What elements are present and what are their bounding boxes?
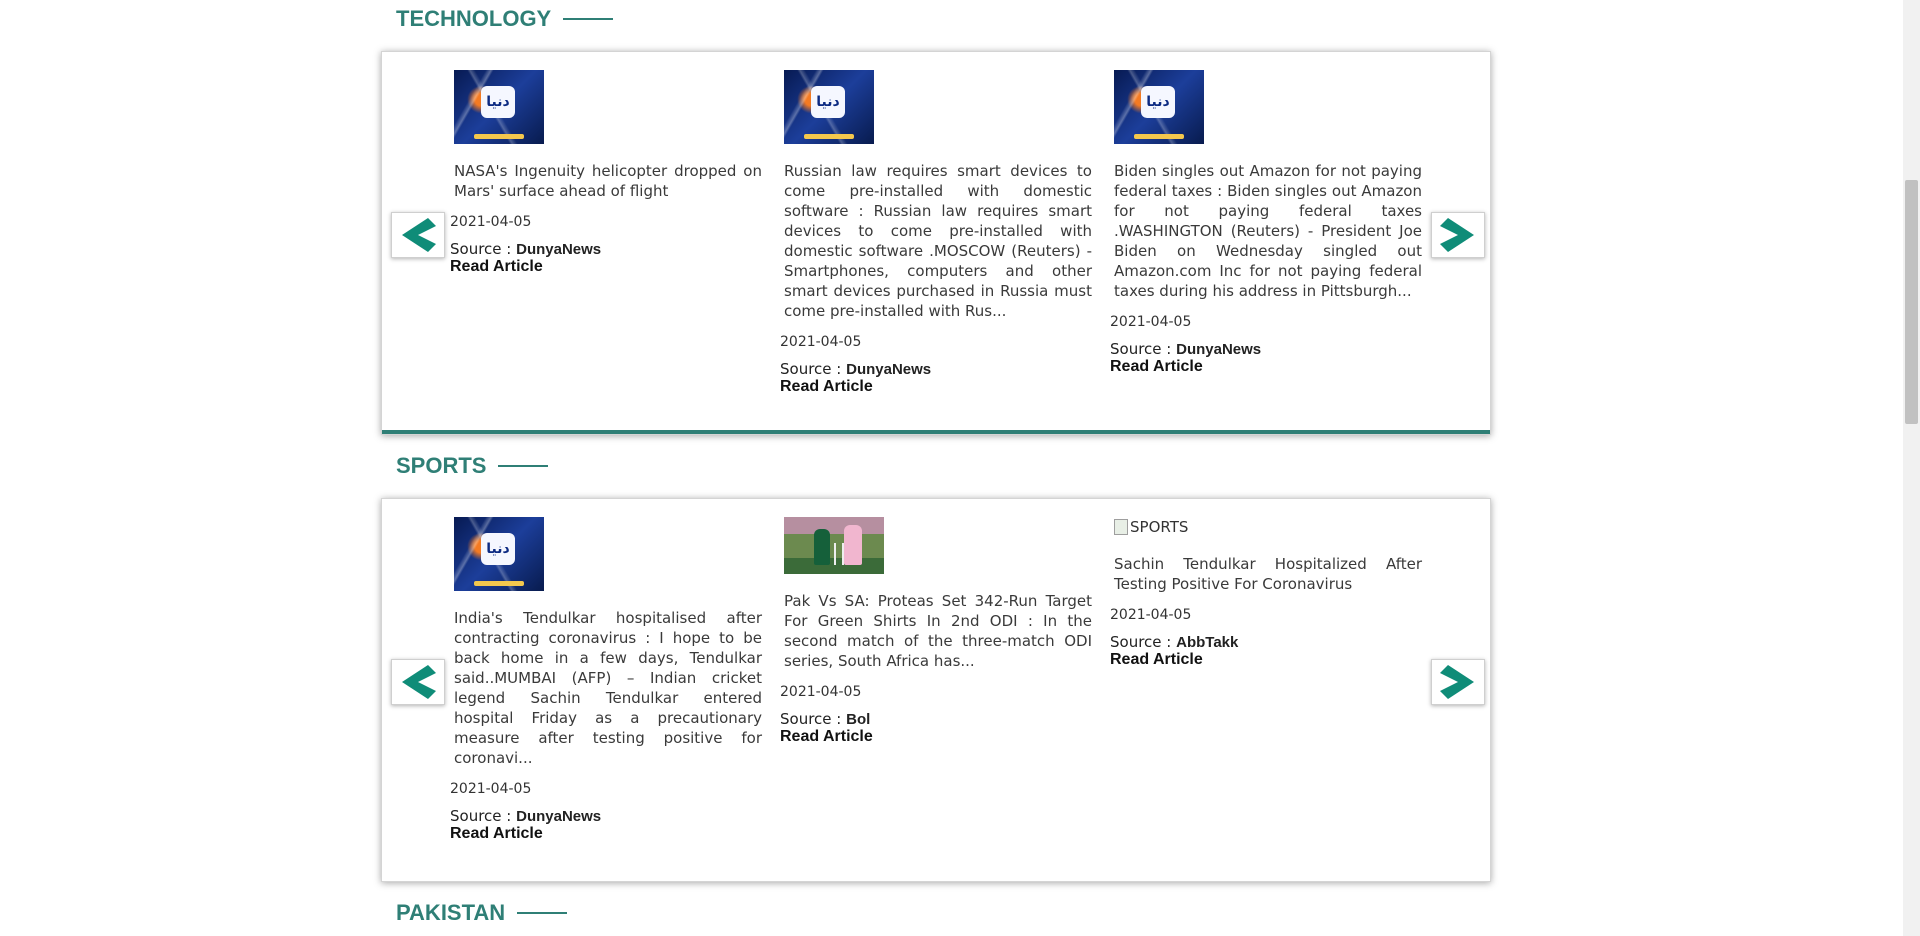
dunya-logo: دنیا [1141,86,1175,118]
dunya-logo: دنیا [481,86,515,118]
article-text: Sachin Tendulkar Hospitalized After Test… [1114,555,1422,593]
article-source: Source : DunyaNews [450,240,762,258]
article-source: Source : Bol [780,710,1092,728]
source-name: DunyaNews [516,808,602,825]
source-label: Source : [1110,633,1172,651]
dunya-logo: دنیا [481,533,515,565]
technology-prev-button[interactable] [391,212,445,258]
section-title-text: PAKISTAN [396,900,506,925]
title-rule [563,18,614,20]
technology-carousel: دنیا NASA's Ingenuity helicopter dropped… [381,51,1491,435]
article-date: 2021-04-05 [1110,314,1192,330]
source-label: Source : [1110,340,1172,358]
section-title-pakistan: PAKISTAN [396,900,568,926]
section-title-text: TECHNOLOGY [396,6,552,31]
article-card: دنیا India's Tendulkar hospitalised afte… [450,517,762,843]
article-text: India's Tendulkar hospitalised after con… [454,609,762,767]
article-image[interactable]: دنیا [1114,70,1204,144]
article-card: Pak Vs SA: Proteas Set 342-Run Target Fo… [780,517,1092,746]
source-name: AbbTakk [1176,634,1239,651]
source-name: DunyaNews [516,241,602,258]
article-card: دنیا Russian law requires smart devices … [780,70,1092,396]
broken-image-icon [1114,519,1128,535]
section-title-technology: TECHNOLOGY [396,6,614,32]
technology-next-button[interactable] [1431,212,1485,258]
sports-next-button[interactable] [1431,659,1485,705]
article-source: Source : DunyaNews [1110,340,1422,358]
chevron-left-icon [402,218,436,252]
article-image[interactable]: دنیا [454,70,544,144]
dunya-logo: دنیا [811,86,845,118]
article-source: Source : AbbTakk [1110,633,1422,651]
article-text: NASA's Ingenuity helicopter dropped on M… [454,162,762,200]
read-article-link[interactable]: Read Article [780,378,1092,396]
article-source: Source : DunyaNews [450,807,762,825]
image-alt-text: SPORTS [1130,518,1189,536]
title-rule [498,465,549,467]
read-article-link[interactable]: Read Article [450,258,762,276]
sports-prev-button[interactable] [391,659,445,705]
article-text: Pak Vs SA: Proteas Set 342-Run Target Fo… [784,592,1092,670]
source-label: Source : [780,360,842,378]
sports-carousel: دنیا India's Tendulkar hospitalised afte… [381,498,1491,882]
chevron-left-icon [402,665,436,699]
source-name: Bol [846,711,871,728]
article-text: Russian law requires smart devices to co… [784,162,1092,320]
article-date: 2021-04-05 [1110,607,1192,623]
article-date: 2021-04-05 [780,684,862,700]
source-label: Source : [450,240,512,258]
source-name: DunyaNews [846,361,932,378]
page-scrollbar[interactable] [1903,0,1920,936]
article-image[interactable] [784,517,884,574]
article-date: 2021-04-05 [450,781,532,797]
article-card: SPORTS Sachin Tendulkar Hospitalized Aft… [1110,517,1422,669]
article-text: Biden singles out Amazon for not paying … [1114,162,1422,300]
section-title-text: SPORTS [396,453,487,478]
read-article-link[interactable]: Read Article [780,728,1092,746]
read-article-link[interactable]: Read Article [450,825,762,843]
article-source: Source : DunyaNews [780,360,1092,378]
source-label: Source : [450,807,512,825]
source-label: Source : [780,710,842,728]
title-rule [517,912,568,914]
broken-image[interactable]: SPORTS [1114,517,1422,537]
scrollbar-thumb[interactable] [1905,180,1918,424]
source-name: DunyaNews [1176,341,1262,358]
article-image[interactable]: دنیا [454,517,544,591]
section-title-sports: SPORTS [396,453,549,479]
read-article-link[interactable]: Read Article [1110,651,1422,669]
chevron-right-icon [1440,218,1474,252]
article-date: 2021-04-05 [450,214,532,230]
chevron-right-icon [1440,665,1474,699]
read-article-link[interactable]: Read Article [1110,358,1422,376]
article-image[interactable]: دنیا [784,70,874,144]
article-card: دنیا Biden singles out Amazon for not pa… [1110,70,1422,376]
article-card: دنیا NASA's Ingenuity helicopter dropped… [450,70,762,276]
article-date: 2021-04-05 [780,334,862,350]
